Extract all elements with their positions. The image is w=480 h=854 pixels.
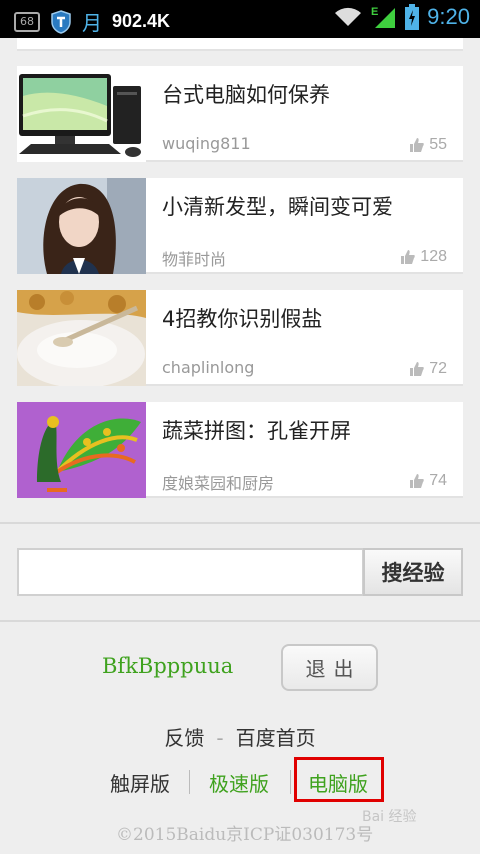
data-usage: 902.4K	[112, 11, 171, 31]
search-button[interactable]: 搜经验	[363, 548, 463, 596]
search-bar: 搜经验	[17, 548, 463, 596]
baidu-jingyan-watermark: Bai 经验	[362, 809, 417, 825]
list-item-partial[interactable]	[17, 38, 463, 51]
list-item[interactable]: 台式电脑如何保养 wuqing811 55	[17, 66, 463, 162]
article-title: 蔬菜拼图：孔雀开屏	[162, 419, 351, 443]
like-count-value: 72	[429, 360, 447, 377]
article-title: 小清新发型，瞬间变可爱	[162, 195, 393, 219]
touch-version-link[interactable]: 触屏版	[110, 768, 170, 797]
version-separator	[189, 770, 190, 794]
like-count-value: 55	[429, 136, 447, 153]
status-left: 68 月 902.4K	[14, 7, 170, 36]
thumbnail-hairstyle	[17, 178, 146, 274]
shield-icon	[51, 9, 71, 34]
fast-version-link[interactable]: 极速版	[209, 768, 269, 797]
article-title: 4招教你识别假盐	[162, 307, 323, 331]
pc-version-link[interactable]: 电脑版	[308, 768, 368, 797]
logout-button[interactable]: 退出	[281, 644, 378, 691]
moon-icon: 月	[82, 11, 102, 35]
footer-links: 反馈 - 百度首页	[0, 722, 480, 751]
article-title: 台式电脑如何保养	[162, 83, 330, 107]
wifi-icon	[335, 7, 362, 26]
cell-signal-icon: E	[371, 6, 396, 28]
baidu-home-link[interactable]: 百度首页	[236, 726, 316, 750]
username-link[interactable]: BfkBpppuua	[102, 654, 233, 678]
battery-icon	[405, 4, 420, 30]
like-count: 72	[410, 360, 447, 378]
thumbnail-desktop-computer	[17, 66, 146, 162]
status-right: E 9:20	[333, 4, 470, 30]
article-author: wuqing811	[162, 134, 251, 153]
like-count: 128	[401, 248, 447, 266]
list-item[interactable]: 小清新发型，瞬间变可爱 物菲时尚 128	[17, 178, 463, 274]
thumbs-up-icon	[410, 474, 424, 488]
list-divider	[0, 522, 480, 524]
like-count: 74	[410, 472, 447, 490]
status-bar: 68 月 902.4K E 9:20	[0, 0, 480, 38]
like-count-value: 74	[429, 472, 447, 489]
list-item[interactable]: 4招教你识别假盐 chaplinlong 72	[17, 290, 463, 386]
like-count: 55	[410, 136, 447, 154]
footer-divider	[0, 620, 480, 622]
article-author: chaplinlong	[162, 358, 255, 377]
like-count-value: 128	[420, 248, 447, 265]
thumbs-up-icon	[410, 138, 424, 152]
thumbnail-vegetable-peacock	[17, 402, 146, 498]
notification-badge: 68	[14, 11, 40, 32]
copyright-text: ©2015Baidu京ICP证030173号	[116, 825, 374, 845]
search-input[interactable]	[17, 548, 364, 596]
svg-text:E: E	[371, 6, 378, 18]
feedback-link[interactable]: 反馈	[164, 726, 204, 750]
article-author: 物菲时尚	[162, 250, 227, 269]
thumbs-up-icon	[401, 250, 416, 264]
thumbnail-salt	[17, 290, 146, 386]
thumbs-up-icon	[410, 362, 424, 376]
clock: 9:20	[427, 4, 470, 29]
article-author: 度娘菜园和厨房	[162, 474, 275, 493]
list-item[interactable]: 蔬菜拼图：孔雀开屏 度娘菜园和厨房 74	[17, 402, 463, 498]
link-separator: -	[216, 726, 224, 750]
version-separator	[290, 770, 291, 794]
